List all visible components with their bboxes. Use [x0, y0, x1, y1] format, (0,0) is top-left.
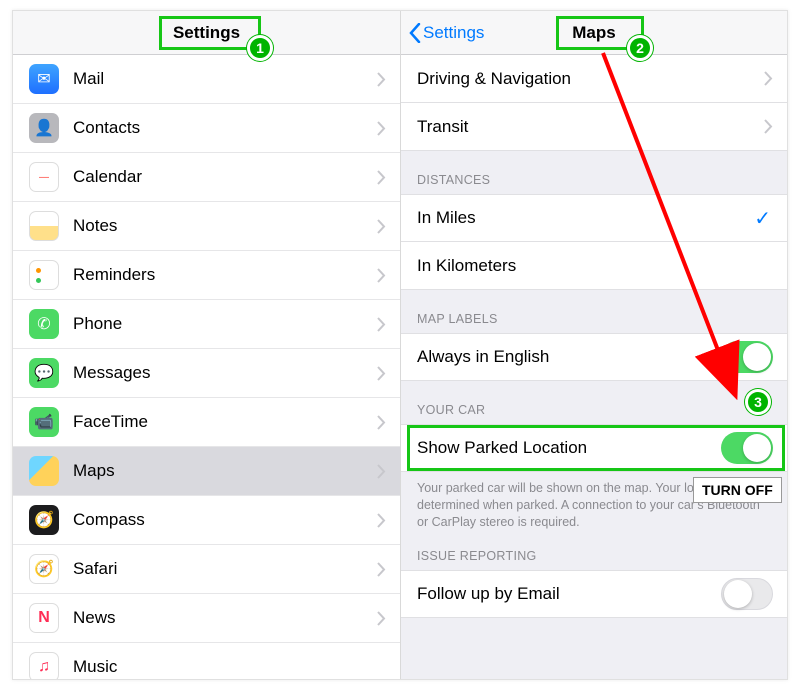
sidebar-item-music[interactable]: ♫ Music — [13, 643, 400, 680]
row-label: In Kilometers — [417, 256, 516, 276]
chevron-right-icon — [377, 366, 386, 381]
sidebar-item-label: Notes — [73, 216, 363, 236]
back-button[interactable]: Settings — [409, 11, 484, 55]
sidebar-item-label: Reminders — [73, 265, 363, 285]
settings-list: ✉︎ Mail 👤 Contacts — Calendar Notes — [13, 55, 400, 680]
row-driving-navigation[interactable]: Driving & Navigation — [401, 55, 787, 103]
toggle-show-parked-location[interactable] — [721, 432, 773, 464]
sidebar-item-maps[interactable]: Maps — [13, 447, 400, 496]
chevron-right-icon — [377, 72, 386, 87]
row-follow-up-email[interactable]: Follow up by Email — [401, 570, 787, 618]
sidebar-item-news[interactable]: N News — [13, 594, 400, 643]
messages-icon: 💬 — [29, 358, 59, 388]
compass-icon: 🧭 — [29, 505, 59, 535]
chevron-right-icon — [377, 219, 386, 234]
sidebar-item-label: Calendar — [73, 167, 363, 187]
safari-icon: 🧭 — [29, 554, 59, 584]
your-car-footer: Your parked car will be shown on the map… — [401, 472, 787, 537]
contacts-icon: 👤 — [29, 113, 59, 143]
sidebar-item-phone[interactable]: ✆ Phone — [13, 300, 400, 349]
sidebar-item-contacts[interactable]: 👤 Contacts — [13, 104, 400, 153]
sidebar-item-label: Phone — [73, 314, 363, 334]
settings-sidebar: Settings ✉︎ Mail 👤 Contacts — Calendar — [13, 11, 401, 679]
chevron-right-icon — [377, 562, 386, 577]
sidebar-item-label: FaceTime — [73, 412, 363, 432]
sidebar-item-label: Compass — [73, 510, 363, 530]
music-icon: ♫ — [29, 652, 59, 680]
row-label: Transit — [417, 117, 468, 137]
chevron-right-icon — [377, 268, 386, 283]
chevron-right-icon — [377, 464, 386, 479]
back-label: Settings — [423, 23, 484, 43]
sidebar-item-messages[interactable]: 💬 Messages — [13, 349, 400, 398]
toggle-always-english[interactable] — [721, 341, 773, 373]
row-label: Always in English — [417, 347, 549, 367]
sidebar-item-facetime[interactable]: 📹 FaceTime — [13, 398, 400, 447]
maps-icon — [29, 456, 59, 486]
row-show-parked-location[interactable]: Show Parked Location — [401, 424, 787, 472]
row-label: Driving & Navigation — [417, 69, 571, 89]
checkmark-icon: ✓ — [754, 206, 771, 231]
sidebar-item-reminders[interactable]: Reminders — [13, 251, 400, 300]
chevron-right-icon — [377, 415, 386, 430]
row-label: In Miles — [417, 208, 476, 228]
toggle-follow-up-email[interactable] — [721, 578, 773, 610]
left-title: Settings — [173, 23, 240, 43]
chevron-right-icon — [377, 611, 386, 626]
sidebar-item-label: Maps — [73, 461, 363, 481]
chevron-right-icon — [377, 317, 386, 332]
sidebar-item-notes[interactable]: Notes — [13, 202, 400, 251]
sidebar-item-label: Music — [73, 657, 386, 677]
mail-icon: ✉︎ — [29, 64, 59, 94]
section-distances: DISTANCES — [401, 151, 787, 194]
sidebar-item-safari[interactable]: 🧭 Safari — [13, 545, 400, 594]
right-header: Settings Maps — [401, 11, 787, 55]
section-map-labels: MAP LABELS — [401, 290, 787, 333]
chevron-right-icon — [377, 121, 386, 136]
facetime-icon: 📹 — [29, 407, 59, 437]
sidebar-item-mail[interactable]: ✉︎ Mail — [13, 55, 400, 104]
sidebar-item-compass[interactable]: 🧭 Compass — [13, 496, 400, 545]
phone-icon: ✆ — [29, 309, 59, 339]
reminders-icon — [29, 260, 59, 290]
chevron-left-icon — [409, 23, 421, 43]
sidebar-item-label: Contacts — [73, 118, 363, 138]
chevron-right-icon — [377, 170, 386, 185]
row-in-miles[interactable]: In Miles ✓ — [401, 194, 787, 242]
row-label: Show Parked Location — [417, 438, 587, 458]
chevron-right-icon — [764, 119, 773, 134]
sidebar-item-label: Messages — [73, 363, 363, 383]
calendar-icon: — — [29, 162, 59, 192]
row-label: Follow up by Email — [417, 584, 560, 604]
sidebar-item-label: News — [73, 608, 363, 628]
left-header: Settings — [13, 11, 400, 55]
notes-icon — [29, 211, 59, 241]
right-title: Maps — [572, 23, 615, 43]
row-always-english[interactable]: Always in English — [401, 333, 787, 381]
chevron-right-icon — [764, 71, 773, 86]
sidebar-item-calendar[interactable]: — Calendar — [13, 153, 400, 202]
section-your-car: YOUR CAR — [401, 381, 787, 424]
row-transit[interactable]: Transit — [401, 103, 787, 151]
section-issue-reporting: ISSUE REPORTING — [401, 537, 787, 570]
chevron-right-icon — [377, 513, 386, 528]
news-icon: N — [29, 603, 59, 633]
sidebar-item-label: Mail — [73, 69, 363, 89]
row-in-kilometers[interactable]: In Kilometers — [401, 242, 787, 290]
sidebar-item-label: Safari — [73, 559, 363, 579]
maps-settings-panel: Settings Maps Driving & Navigation Trans… — [401, 11, 787, 679]
